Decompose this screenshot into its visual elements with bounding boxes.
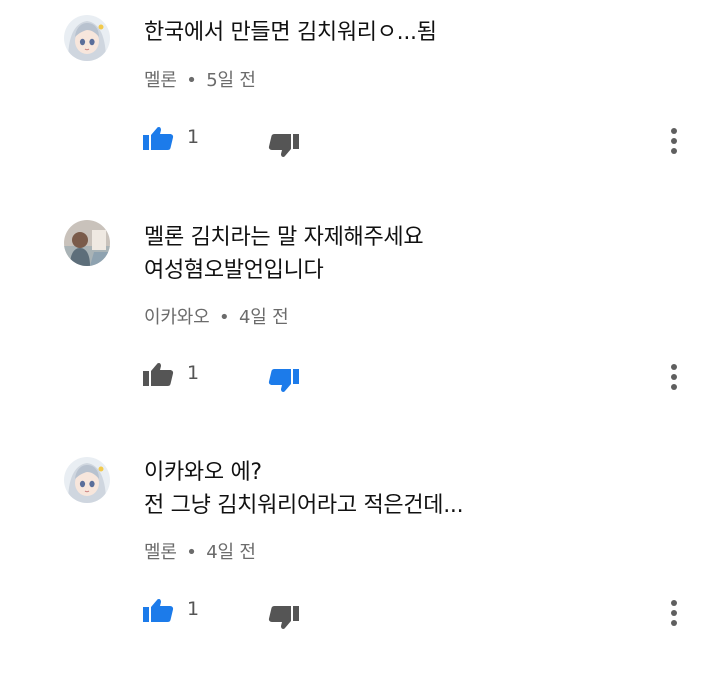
like-button[interactable] <box>142 597 174 623</box>
comment-author[interactable]: 멜론 <box>144 70 177 91</box>
comment-author[interactable]: 이카와오 <box>144 307 210 328</box>
comment-text: 멜론 김치라는 말 자제해주세요 여성혐오발언입니다 <box>144 225 424 283</box>
comment-author[interactable]: 멜론 <box>144 542 177 563</box>
more-options-button[interactable] <box>667 598 681 628</box>
more-options-button[interactable] <box>667 362 681 392</box>
avatar[interactable] <box>64 220 110 266</box>
comment-text: 이카와오 에? 전 그냥 김치워리어라고 적은건데... <box>144 460 464 518</box>
like-button[interactable] <box>142 361 174 387</box>
photo-avatar-icon <box>64 220 110 266</box>
comment-meta: 멜론 • 5일 전 <box>144 66 256 92</box>
comment-time: 4일 전 <box>206 542 256 563</box>
meta-separator: • <box>186 542 197 563</box>
like-count: 1 <box>187 598 200 620</box>
comment-time: 4일 전 <box>238 307 289 328</box>
comment-meta: 멜론 • 4일 전 <box>144 538 256 564</box>
more-options-button[interactable] <box>667 126 681 156</box>
thumbs-up-filled-icon <box>143 127 174 150</box>
dislike-button[interactable] <box>268 605 300 631</box>
meta-separator: • <box>186 70 197 91</box>
dislike-button[interactable] <box>268 133 300 159</box>
thumbs-down-filled-icon <box>268 369 299 392</box>
avatar[interactable] <box>64 457 110 503</box>
thumbs-up-filled-icon <box>143 599 174 622</box>
like-button[interactable] <box>142 125 174 151</box>
thumbs-up-icon <box>143 363 174 386</box>
dislike-button[interactable] <box>268 368 300 394</box>
anime-girl-avatar-icon <box>64 457 110 503</box>
thumbs-down-icon <box>268 134 299 157</box>
meta-separator: • <box>218 307 230 328</box>
comment-text: 한국에서 만들면 김치워리ㅇ...됨 <box>144 20 437 45</box>
like-count: 1 <box>187 362 200 384</box>
comment-time: 5일 전 <box>206 70 256 91</box>
anime-girl-avatar-icon <box>64 15 110 61</box>
like-count: 1 <box>187 126 200 148</box>
avatar[interactable] <box>64 15 110 61</box>
thumbs-down-icon <box>268 606 299 629</box>
comment-meta: 이카와오 • 4일 전 <box>144 303 289 329</box>
